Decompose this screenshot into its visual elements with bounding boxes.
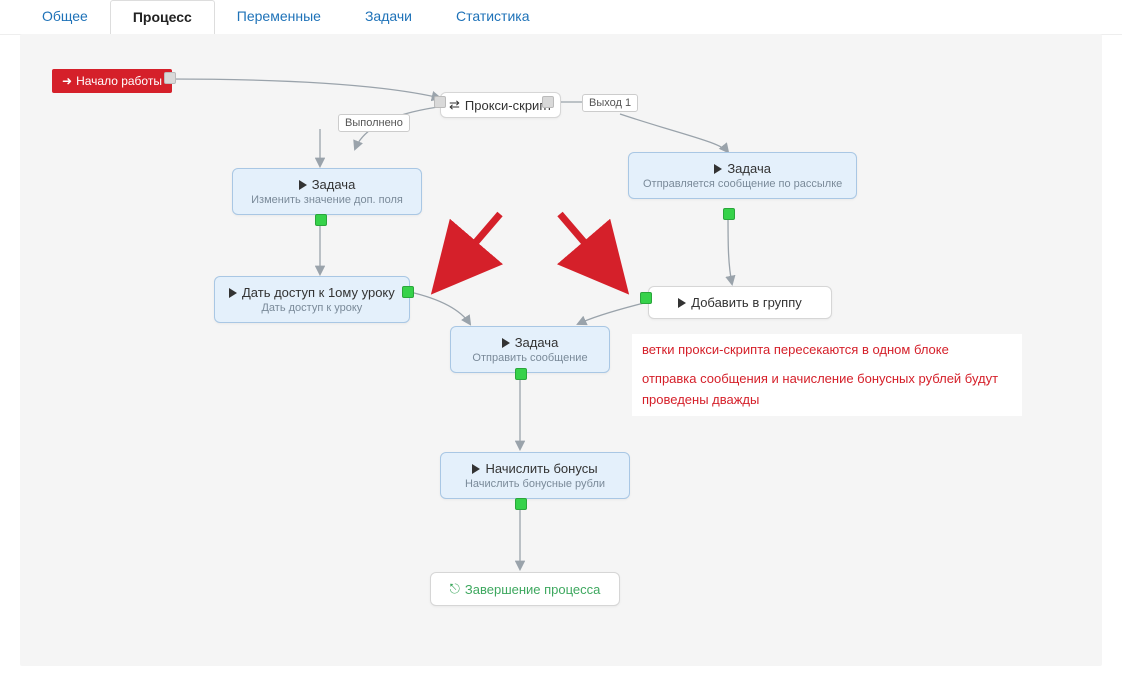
node-sub: Дать доступ к уроку [229,302,395,314]
node-task-change-field[interactable]: Задача Изменить значение доп. поля [232,168,422,215]
annotation-line1: ветки прокси-скрипта пересекаются в одно… [642,340,1012,361]
node-title: Начислить бонусы [485,461,597,476]
node-send-mailing[interactable]: Задача Отправляется сообщение по рассылк… [628,152,857,199]
tab-general[interactable]: Общее [20,0,110,34]
node-sub: Изменить значение доп. поля [247,194,407,206]
port-out[interactable] [723,208,735,220]
node-sub: Начислить бонусные рубли [455,478,615,490]
tab-process[interactable]: Процесс [110,0,215,35]
tab-tasks[interactable]: Задачи [343,0,434,34]
process-canvas[interactable]: ➜ Начало работы ⇄ Прокси-скрипт Выполнен… [20,34,1102,666]
enter-icon: ➜ [62,74,72,88]
node-give-lesson[interactable]: Дать доступ к 1ому уроку Дать доступ к у… [214,276,410,323]
node-title: Задача [727,161,771,176]
tab-stats[interactable]: Статистика [434,0,552,34]
port-out[interactable] [640,292,652,304]
play-icon [678,298,686,308]
tab-variables[interactable]: Переменные [215,0,343,34]
node-sub: Отправляется сообщение по рассылке [643,178,842,190]
node-title: Задача [312,177,356,192]
port-out[interactable] [542,96,554,108]
port-out[interactable] [515,498,527,510]
node-add-to-group[interactable]: Добавить в группу [648,286,832,319]
node-sub: Отправить сообщение [465,352,595,364]
start-label: Начало работы [76,74,162,88]
annotation-note: ветки прокси-скрипта пересекаются в одно… [632,334,1022,416]
start-node[interactable]: ➜ Начало работы [52,69,172,93]
node-title: Дать доступ к 1ому уроку [242,285,395,300]
port-in[interactable] [434,96,446,108]
proxy-title: Прокси-скрипт [465,98,552,113]
proxy-icon: ⇄ [449,97,460,113]
edge-label-done: Выполнено [338,114,410,132]
port-out[interactable] [164,72,176,84]
node-title: Добавить в группу [691,295,802,310]
port-out[interactable] [315,214,327,226]
play-icon [502,338,510,348]
node-title: Задача [515,335,559,350]
play-icon [299,180,307,190]
port-out[interactable] [402,286,414,298]
edge-label-exit1: Выход 1 [582,94,638,112]
node-send-message[interactable]: Задача Отправить сообщение [450,326,610,373]
exit-icon: ⎋ [450,581,460,597]
node-bonus[interactable]: Начислить бонусы Начислить бонусные рубл… [440,452,630,499]
play-icon [714,164,722,174]
end-title: Завершение процесса [465,582,601,597]
tabs-bar: Общее Процесс Переменные Задачи Статисти… [0,0,1122,35]
annotation-line2: отправка сообщения и начисление бонусных… [642,369,1012,411]
port-out[interactable] [515,368,527,380]
play-icon [229,288,237,298]
play-icon [472,464,480,474]
node-end[interactable]: ⎋ Завершение процесса [430,572,620,606]
